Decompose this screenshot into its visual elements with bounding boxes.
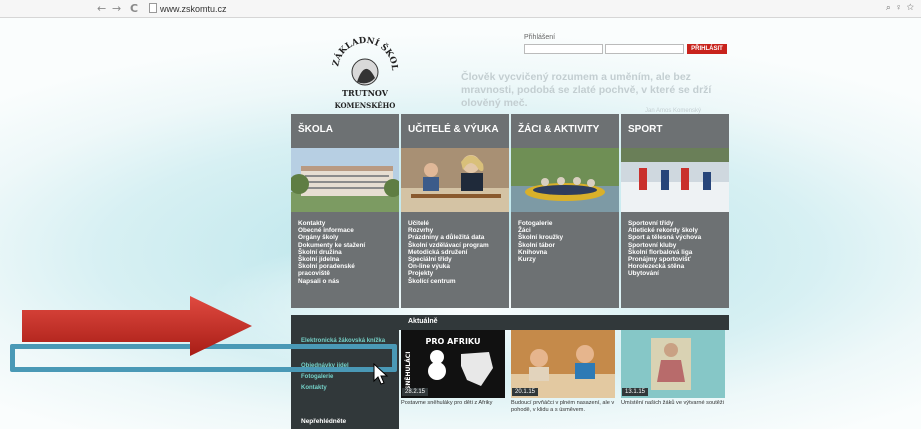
address-url: www.zskomtu.cz [160, 4, 227, 14]
login-password-input[interactable] [605, 44, 684, 54]
reload-icon[interactable]: C [130, 2, 138, 15]
column-links: Učitelé Rozvrhy Prázdniny a důležitá dat… [408, 220, 489, 285]
menu-link[interactable]: Dokumenty ke stažení [298, 242, 365, 249]
skiing-image[interactable] [621, 148, 729, 212]
menu-link[interactable]: Metodická sdružení [408, 249, 489, 256]
news-date: 13.1.15 [622, 388, 649, 396]
menu-link[interactable]: Učitelé [408, 220, 489, 227]
column-title[interactable]: ŠKOLA [298, 124, 333, 135]
menu-link[interactable]: Obecné informace [298, 227, 365, 234]
news-text[interactable]: Postavme sněhuláky pro děti z Afriky [401, 400, 505, 407]
menu-link[interactable]: Školní kroužky [518, 234, 563, 241]
annotation-arrow [22, 296, 252, 356]
menu-link[interactable]: Školní vzdělávací program [408, 242, 489, 249]
motto-quote: Člověk vycvičený rozumem a uměním, ale b… [461, 71, 712, 109]
menu-link[interactable]: Sportovní třídy [628, 220, 701, 227]
menu-link[interactable]: Projekty [408, 270, 489, 277]
column-ucitele-vyuka: UČITELÉ & VÝUKA Učitelé Rozvrhy Prázdnin… [401, 114, 509, 308]
school-building-image[interactable] [291, 148, 399, 212]
menu-link[interactable]: Školní tábor [518, 242, 563, 249]
news-side-text: SNĚHULÁCI [404, 352, 412, 390]
website: ZÁKLADNÍ ŠKOLA TRUTNOV KOMENSKÉHO Přihlá… [0, 18, 921, 429]
menu-link[interactable]: pracoviště [298, 270, 365, 277]
menu-link[interactable]: Školící centrum [408, 278, 489, 285]
news-date: 20.1.15 [512, 388, 539, 396]
menu-link[interactable]: Školní družina [298, 249, 365, 256]
login-username-input[interactable] [524, 44, 603, 54]
column-links: Fotogalerie Žáci Školní kroužky Školní t… [518, 220, 563, 263]
rafting-image[interactable] [511, 148, 619, 212]
column-links: Kontakty Obecné informace Orgány školy D… [298, 220, 365, 285]
news-heading: Aktuálně [408, 318, 438, 325]
menu-link[interactable]: Ubytování [628, 270, 701, 277]
column-zaci-aktivity: ŽÁCI & AKTIVITY Fotogalerie Žáci Školní … [511, 114, 619, 308]
menu-link[interactable]: Kontakty [298, 220, 365, 227]
browser-toolbar: ← → C www.zskomtu.cz ⌕ ♀ ☆ [0, 0, 921, 18]
logo-line2: TRUTNOV [342, 88, 389, 98]
quicklink-gallery[interactable]: Fotogalerie [301, 374, 333, 380]
page-icon [149, 3, 157, 13]
menu-link[interactable]: Sportovní kluby [628, 242, 701, 249]
mouse-cursor-icon [373, 363, 389, 385]
column-title[interactable]: SPORT [628, 124, 662, 135]
column-sport: SPORT Sportovní třídy Atletické rekordy … [621, 114, 729, 308]
back-icon[interactable]: ← [97, 2, 106, 15]
quicklinks-heading: Nepřehlédněte [301, 418, 347, 425]
menu-link[interactable]: Školní poradenské [298, 263, 365, 270]
forward-icon[interactable]: → [112, 2, 121, 15]
news-banner-text: PRO AFRIKU [426, 337, 481, 346]
menu-link[interactable]: On-line výuka [408, 263, 489, 270]
menu-link[interactable]: Školní florbalová liga [628, 249, 701, 256]
news-date: 28.2.15 [402, 388, 429, 396]
login-label: Přihlášení [524, 34, 556, 41]
menu-link[interactable]: Atletické rekordy školy [628, 227, 701, 234]
menu-link[interactable]: Knihovna [518, 249, 563, 256]
menu-link[interactable]: Kurzy [518, 256, 563, 263]
news-text[interactable]: Umístění našich žáků ve výtvarné soutěži [621, 400, 725, 407]
menu-link[interactable]: Prázdniny a důležitá data [408, 234, 489, 241]
login-button[interactable]: PŘIHLÁSIT [687, 44, 727, 54]
school-logo[interactable]: ZÁKLADNÍ ŠKOLA TRUTNOV KOMENSKÉHO [330, 28, 400, 118]
menu-link[interactable]: Pronájmy sportovišť [628, 256, 701, 263]
menu-link[interactable]: Sport a tělesná výchova [628, 234, 701, 241]
menu-link[interactable]: Orgány školy [298, 234, 365, 241]
menu-link[interactable]: Napsali o nás [298, 278, 365, 285]
column-title[interactable]: UČITELÉ & VÝUKA [408, 124, 499, 135]
quicklink-contacts[interactable]: Kontakty [301, 385, 327, 391]
news-text[interactable]: Budoucí prvňáčci v plném nasazení, ale v… [511, 400, 615, 413]
column-skola: ŠKOLA Kontakty Obecné informace Orgány š… [291, 114, 399, 308]
news-header-bar [399, 315, 729, 330]
classroom-image[interactable] [401, 148, 509, 212]
column-title[interactable]: ŽÁCI & AKTIVITY [518, 124, 599, 135]
menu-link[interactable]: Horolezecká stěna [628, 263, 701, 270]
address-bar[interactable]: www.zskomtu.cz [149, 3, 904, 15]
menu-link[interactable]: Speciální třídy [408, 256, 489, 263]
logo-line3: KOMENSKÉHO [335, 101, 396, 110]
column-links: Sportovní třídy Atletické rekordy školy … [628, 220, 701, 278]
zoom-star-icons[interactable]: ⌕ ♀ ☆ [886, 2, 915, 13]
